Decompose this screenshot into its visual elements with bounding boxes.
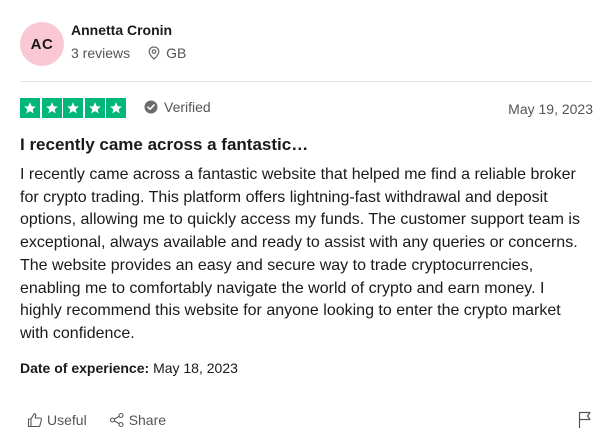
review-actions: Useful Share xyxy=(27,412,188,428)
avatar-initials: AC xyxy=(30,35,54,53)
verified-label: Verified xyxy=(164,99,211,115)
share-icon xyxy=(109,412,124,428)
star-icon xyxy=(20,98,40,118)
share-button[interactable]: Share xyxy=(109,412,166,428)
review-date: May 19, 2023 xyxy=(508,101,593,117)
useful-button[interactable]: Useful xyxy=(27,412,87,428)
header-divider xyxy=(20,81,592,82)
share-label: Share xyxy=(128,412,167,428)
star-rating xyxy=(20,98,128,118)
reviewer-meta: 3 reviews GB xyxy=(71,45,186,61)
avatar[interactable]: AC xyxy=(20,22,64,66)
star-icon xyxy=(84,98,105,118)
review-body: I recently came across a fantastic websi… xyxy=(20,166,580,342)
experience-date: May 18, 2023 xyxy=(153,360,238,376)
date-of-experience: Date of experience: May 18, 2023 xyxy=(20,360,238,376)
flag-icon xyxy=(578,411,591,428)
review-count: 3 reviews xyxy=(71,45,131,61)
reviewer-location: GB xyxy=(148,45,186,61)
review-card: AC Annetta Cronin 3 reviews GB Verified … xyxy=(0,0,614,447)
verified-check-icon xyxy=(144,100,158,114)
useful-label: Useful xyxy=(47,412,87,428)
star-icon xyxy=(41,98,62,118)
star-icon xyxy=(106,98,126,118)
location-text: GB xyxy=(166,45,187,61)
report-flag-button[interactable] xyxy=(578,411,592,434)
experience-label: Date of experience: xyxy=(20,360,150,376)
thumbs-up-icon xyxy=(27,413,43,428)
verified-badge[interactable]: Verified xyxy=(144,99,211,115)
review-title[interactable]: I recently came across a fantastic… xyxy=(20,135,308,155)
star-icon xyxy=(63,98,83,118)
location-pin-icon xyxy=(148,46,160,60)
reviewer-name[interactable]: Annetta Cronin xyxy=(71,22,172,38)
